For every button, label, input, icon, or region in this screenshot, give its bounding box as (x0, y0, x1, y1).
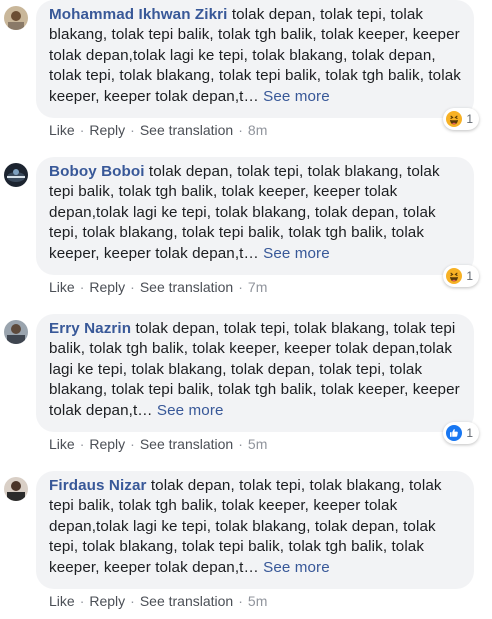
avatar[interactable] (4, 320, 28, 344)
reply-button[interactable]: Reply (89, 593, 125, 609)
separator-dot: · (238, 436, 243, 452)
reaction-badge[interactable]: 1 (443, 108, 479, 130)
reaction-count: 1 (466, 426, 473, 440)
see-more-link[interactable]: See more (263, 88, 330, 105)
like-button[interactable]: Like (49, 436, 75, 452)
comment-actions: Like · Reply · See translation · 7m (49, 279, 267, 295)
reply-button[interactable]: Reply (89, 279, 125, 295)
like-button[interactable]: Like (49, 122, 75, 138)
comment-bubble: Mohammad Ikhwan Zikri tolak depan, tolak… (36, 0, 474, 118)
haha-icon (446, 111, 463, 127)
separator-dot: · (130, 593, 135, 609)
like-button[interactable]: Like (49, 279, 75, 295)
see-translation-link[interactable]: See translation (140, 122, 233, 138)
see-translation-link[interactable]: See translation (140, 279, 233, 295)
reaction-count: 1 (466, 269, 473, 283)
separator-dot: · (238, 122, 243, 138)
see-more-link[interactable]: See more (157, 402, 224, 419)
see-more-link[interactable]: See more (263, 559, 330, 576)
see-translation-link[interactable]: See translation (140, 593, 233, 609)
comment-timestamp[interactable]: 5m (248, 593, 267, 609)
like-icon (446, 425, 463, 441)
comment-bubble: Boboy Boboi tolak depan, tolak tepi, tol… (36, 157, 474, 275)
see-translation-link[interactable]: See translation (140, 436, 233, 452)
haha-icon (446, 268, 463, 284)
comment-timestamp[interactable]: 5m (248, 436, 267, 452)
comment-author[interactable]: Boboy Boboi (49, 163, 145, 180)
comment-actions: Like · Reply · See translation · 8m (49, 122, 267, 138)
avatar[interactable] (4, 477, 28, 501)
separator-dot: · (130, 122, 135, 138)
separator-dot: · (130, 436, 135, 452)
separator-dot: · (238, 593, 243, 609)
separator-dot: · (79, 436, 85, 452)
avatar[interactable] (4, 6, 28, 30)
reply-button[interactable]: Reply (89, 436, 125, 452)
reaction-badge[interactable]: 1 (443, 265, 479, 287)
separator-dot: · (79, 122, 85, 138)
separator-dot: · (79, 593, 85, 609)
like-button[interactable]: Like (49, 593, 75, 609)
separator-dot: · (130, 279, 135, 295)
separator-dot: · (238, 279, 243, 295)
reply-button[interactable]: Reply (89, 122, 125, 138)
comment-author[interactable]: Firdaus Nizar (49, 477, 147, 494)
comment-bubble: Firdaus Nizar tolak depan, tolak tepi, t… (36, 471, 474, 589)
comment-author[interactable]: Erry Nazrin (49, 320, 131, 337)
comment-list: Mohammad Ikhwan Zikri tolak depan, tolak… (0, 0, 492, 619)
comment-actions: Like · Reply · See translation · 5m (49, 436, 267, 452)
comment-actions: Like · Reply · See translation · 5m (49, 593, 267, 609)
avatar[interactable] (4, 163, 28, 187)
comment-bubble: Erry Nazrin tolak depan, tolak tepi, tol… (36, 314, 474, 432)
comment-timestamp[interactable]: 7m (248, 279, 267, 295)
comment-timestamp[interactable]: 8m (248, 122, 267, 138)
separator-dot: · (79, 279, 85, 295)
see-more-link[interactable]: See more (263, 245, 330, 262)
comment-author[interactable]: Mohammad Ikhwan Zikri (49, 6, 227, 23)
reaction-badge[interactable]: 1 (443, 422, 479, 444)
reaction-count: 1 (466, 112, 473, 126)
